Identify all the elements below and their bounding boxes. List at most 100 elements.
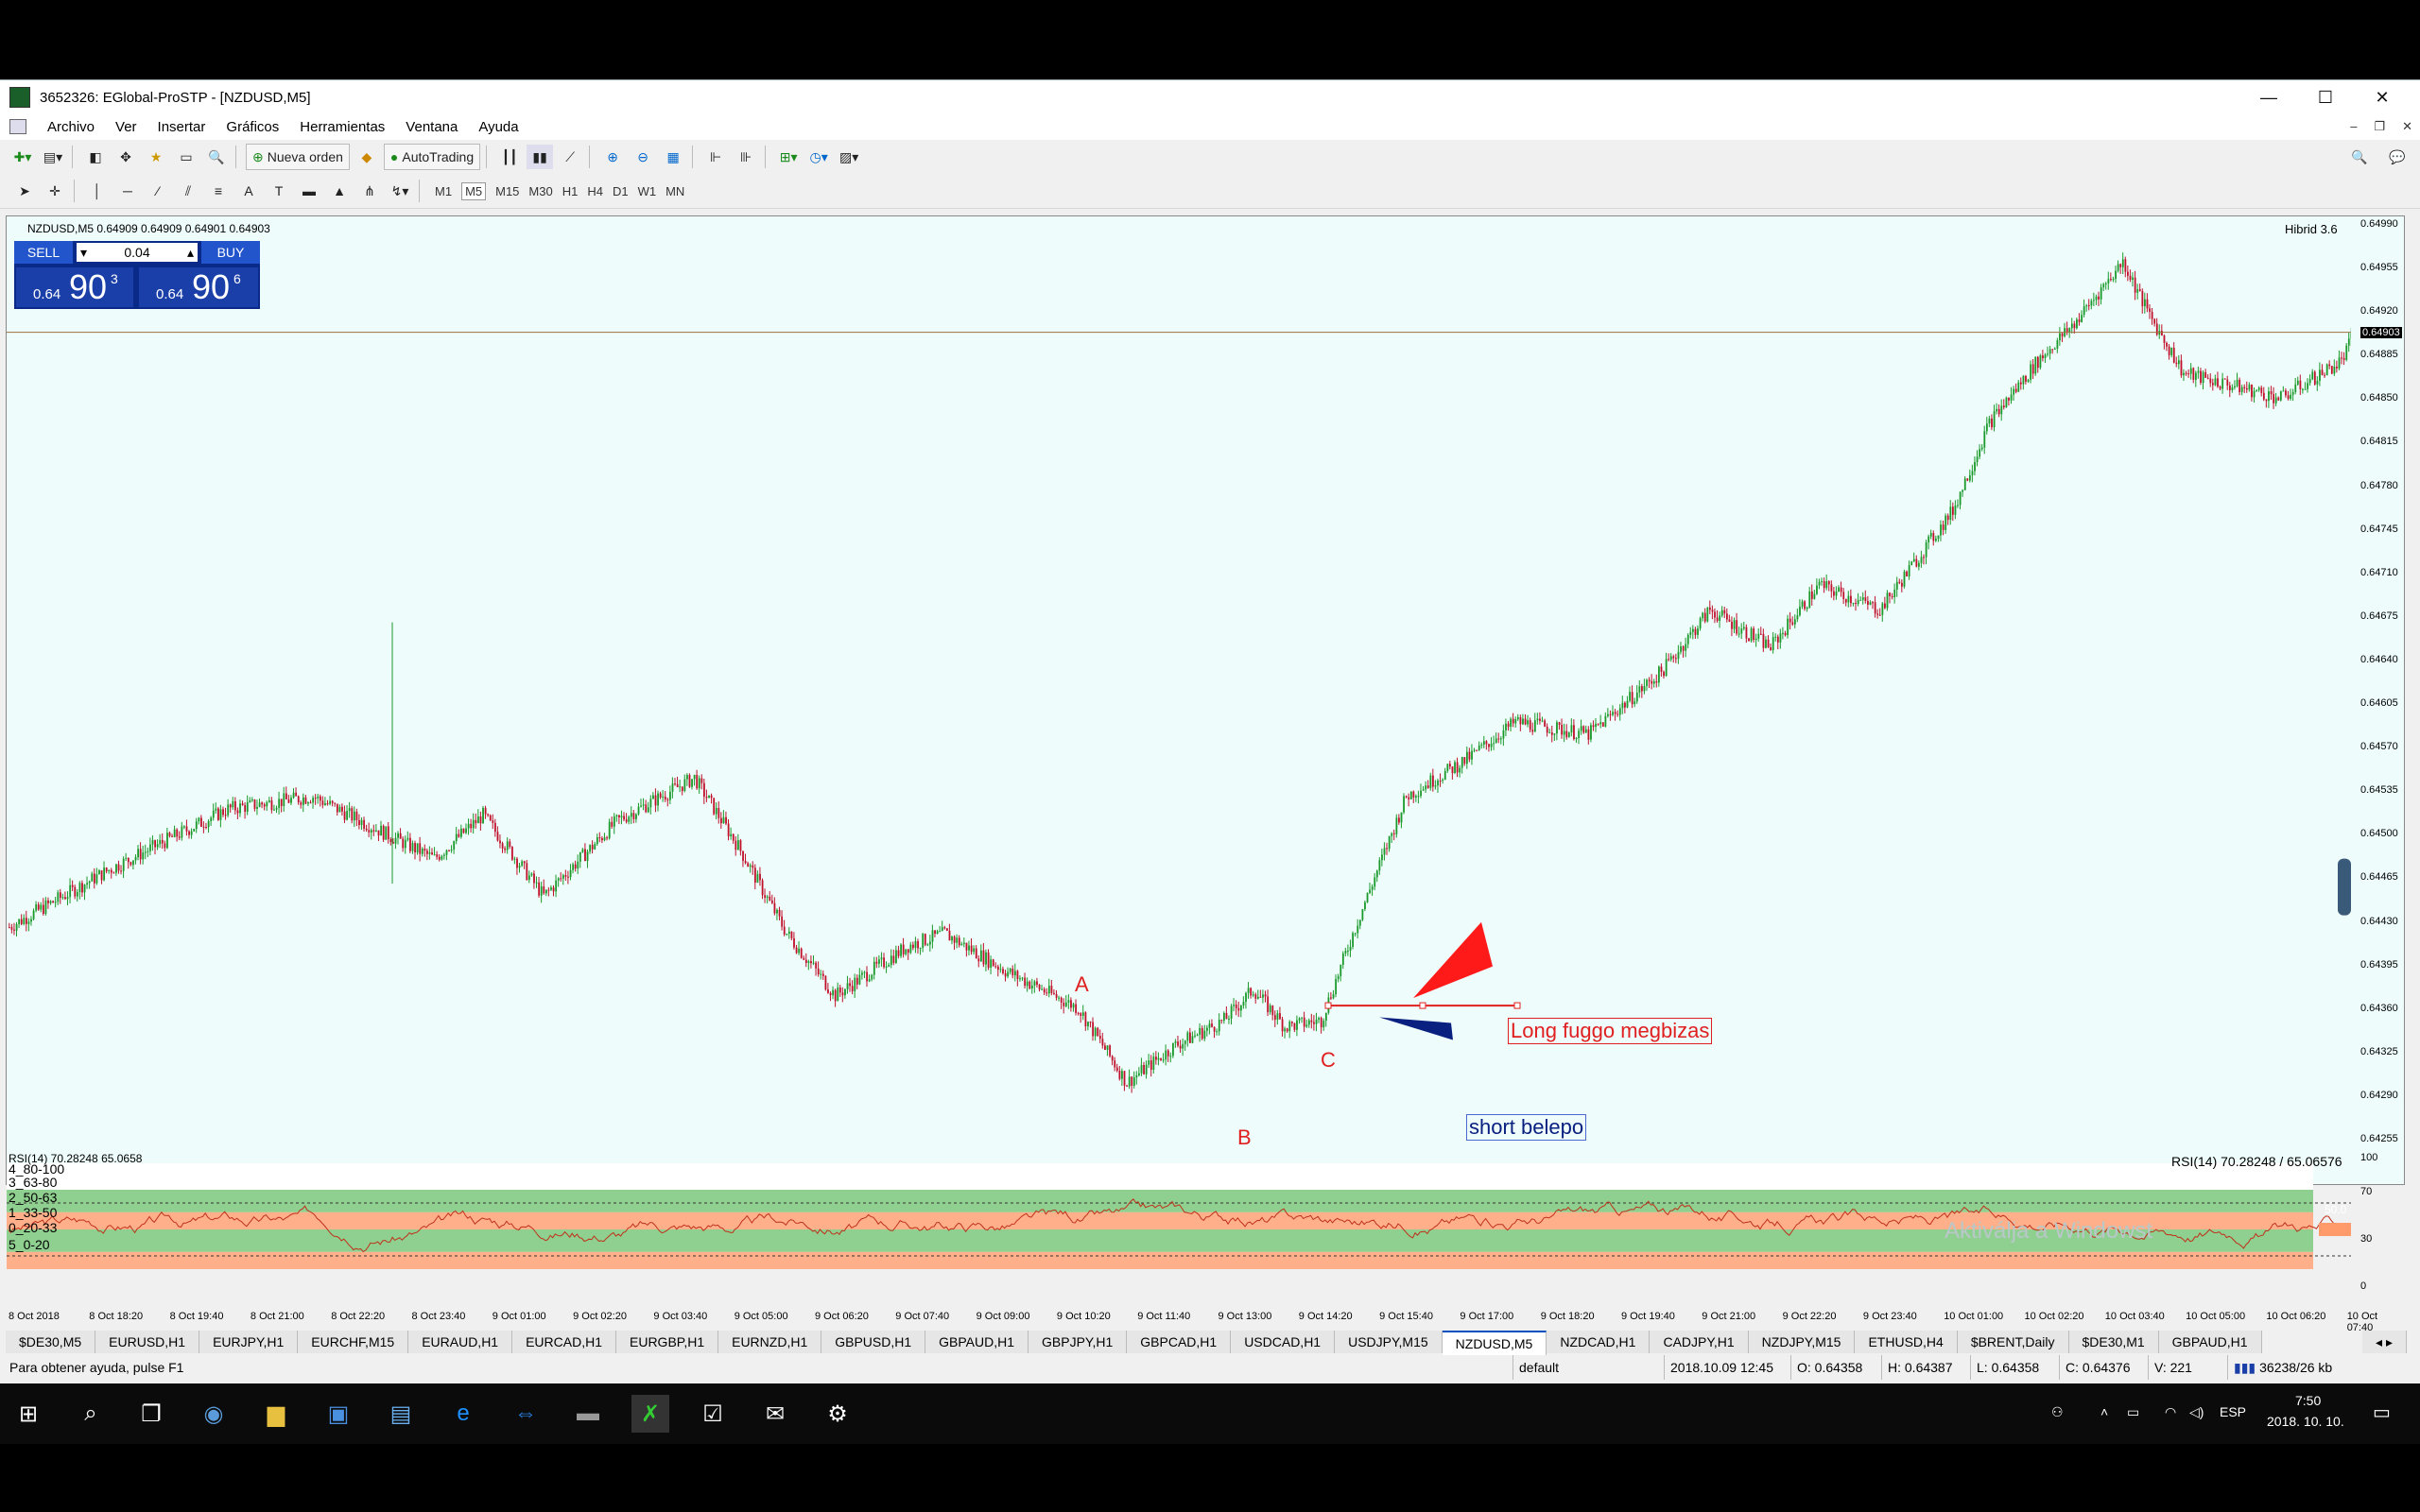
menu-archivo[interactable]: Archivo [47,119,95,135]
timeframe-m5[interactable]: M5 [461,181,487,200]
chart-tab[interactable]: ETHUSD,H4 [1855,1331,1958,1353]
bar-chart-icon[interactable]: ┃┃ [496,145,523,169]
menu-ventana[interactable]: Ventana [406,119,458,135]
indicators-icon[interactable]: ⊞▾ [775,145,802,169]
text-icon[interactable]: A [235,179,262,203]
volume-icon[interactable]: ◁) [2189,1404,2204,1420]
arrows-icon[interactable]: ↯▾ [387,179,413,203]
market-watch-icon[interactable]: ◧ [82,145,109,169]
price-axis[interactable]: 0.64990 0.64955 0.64920 0.64903 0.64885 0.648… [2357,216,2404,1307]
candlestick-chart[interactable] [7,216,2351,1148]
chart-tab[interactable]: NZDCAD,H1 [1547,1331,1651,1353]
text-label-icon[interactable]: T [266,179,292,203]
status-profile[interactable]: default [1512,1355,1661,1380]
data-window-icon[interactable]: ✥ [112,145,139,169]
chart-tab[interactable]: EURNZD,H1 [718,1331,822,1353]
long-order-label[interactable]: Long fuggo megbizas [1508,1018,1713,1044]
wifi-icon[interactable]: ◠ [2165,1404,2176,1420]
short-entry-label[interactable]: short belepo [1466,1114,1587,1141]
chart-tab[interactable]: EURAUD,H1 [408,1331,513,1353]
timeframe-mn[interactable]: MN [666,184,684,198]
search-taskbar-icon[interactable]: ⌕ [72,1395,110,1433]
start-icon[interactable]: ⊞ [9,1395,47,1433]
edge-icon[interactable]: e [444,1395,482,1433]
candlestick-icon[interactable]: ▮▮ [527,145,554,169]
clock-time[interactable]: 7:50 [2295,1393,2321,1408]
clock-date[interactable]: 2018. 10. 10. [2267,1414,2344,1429]
mdi-close-icon[interactable]: ✕ [2402,119,2412,134]
chart-tab[interactable]: EURCHF,M15 [298,1331,409,1353]
app-icon-3[interactable]: ▬ [569,1395,607,1433]
mdi-minimize-icon[interactable]: – [2350,119,2357,134]
language-indicator[interactable]: ESP [2220,1404,2246,1419]
timeframe-m1[interactable]: M1 [435,184,452,198]
chart-tab[interactable]: GBPAUD,H1 [2158,1331,2262,1353]
mdi-restore-icon[interactable]: ❐ [2374,119,2385,134]
tab-scroll-icon[interactable]: ◂ ▸ [2362,1331,2407,1353]
chart-shift-icon[interactable]: ⊪ [733,145,759,169]
notifications-icon[interactable]: ▭ [2373,1400,2391,1424]
price-panel[interactable]: NZDUSD,M5 0.64909 0.64909 0.64901 0.6490… [7,216,2351,1148]
app-icon-1[interactable]: ◉ [195,1395,233,1433]
lot-up-icon[interactable]: ▴ [187,245,194,261]
buy-button[interactable]: BUY [201,241,260,264]
chart-tab[interactable]: CADJPY,H1 [1650,1331,1749,1353]
periods-icon[interactable]: ◷▾ [805,145,832,169]
menu-ayuda[interactable]: Ayuda [478,119,518,135]
chart-scroll-handle[interactable] [2338,858,2351,916]
new-order-button[interactable]: ⊕ Nueva orden [246,144,350,170]
timeframe-m30[interactable]: M30 [528,184,552,198]
vertical-line-icon[interactable]: │ [84,179,111,203]
menu-insertar[interactable]: Insertar [158,119,206,135]
chart-tab[interactable]: EURUSD,H1 [95,1331,200,1353]
close-button[interactable]: ✕ [2354,80,2411,114]
timeframe-h1[interactable]: H1 [562,184,579,198]
templates-icon[interactable]: ▨▾ [836,145,862,169]
strategy-tester-icon[interactable]: 🔍 [203,145,230,169]
menu-graficos[interactable]: Gráficos [226,119,279,135]
metatrader-taskbar-icon[interactable]: ✗ [631,1395,669,1433]
rsi-panel[interactable]: RSI(14) 70.28248 65.0658 RSI(14) 70.2824… [7,1150,2351,1307]
app-icon-2[interactable]: ▤ [382,1395,420,1433]
chart-tab[interactable]: $DE30,M1 [2068,1331,2159,1353]
timeframe-d1[interactable]: D1 [613,184,629,198]
channel-icon[interactable]: ⫽ [175,179,201,203]
triangle-icon[interactable]: ▲ [326,179,353,203]
settings-icon[interactable]: ⚙ [819,1395,856,1433]
chart-tab[interactable]: EURGBP,H1 [616,1331,719,1353]
new-chart-icon[interactable]: ✚▾ [9,145,36,169]
autoscroll-icon[interactable]: ⊩ [702,145,729,169]
maximize-button[interactable]: ☐ [2297,80,2354,114]
pitchfork-icon[interactable]: ⋔ [356,179,383,203]
line-handle[interactable] [1419,1002,1426,1009]
chart-tab[interactable]: $DE30,M5 [6,1331,96,1353]
navigator-icon[interactable]: ★ [143,145,169,169]
minimize-button[interactable]: — [2240,80,2297,114]
chart-tab[interactable]: NZDJPY,M15 [1748,1331,1856,1353]
timeframe-m15[interactable]: M15 [495,184,519,198]
chart-tab[interactable]: $BRENT,Daily [1957,1331,2069,1353]
app-icon-4[interactable]: ☑ [694,1395,732,1433]
chart-tab[interactable]: GBPAUD,H1 [925,1331,1029,1353]
file-explorer-icon[interactable]: ▆ [257,1395,295,1433]
sell-price[interactable]: 0.64 90 3 [16,267,133,307]
battery-icon[interactable]: ▭ [2127,1404,2139,1420]
sell-button[interactable]: SELL [14,241,73,264]
lot-size-field[interactable]: ▾ 0.04 ▴ [77,243,198,262]
timeframe-w1[interactable]: W1 [638,184,657,198]
chart-tab[interactable]: EURJPY,H1 [199,1331,299,1353]
chat-icon[interactable]: 💬 [2384,145,2411,169]
chart-tab[interactable]: USDJPY,M15 [1335,1331,1443,1353]
timeframe-h4[interactable]: H4 [587,184,603,198]
mail-icon[interactable]: ✉ [756,1395,794,1433]
trendline-icon[interactable]: ⁄ [145,179,171,203]
zoom-in-icon[interactable]: ⊕ [599,145,626,169]
lot-down-icon[interactable]: ▾ [80,245,87,261]
metaeditor-icon[interactable]: ◆ [354,145,380,169]
tray-chevron-icon[interactable]: ˄ [2100,1404,2108,1419]
menu-ver[interactable]: Ver [115,119,137,135]
rectangle-icon[interactable]: ▬ [296,179,322,203]
search-icon[interactable]: 🔍 [2346,145,2373,169]
line-handle[interactable] [1324,1002,1332,1009]
chart-tab[interactable]: EURCAD,H1 [512,1331,616,1353]
